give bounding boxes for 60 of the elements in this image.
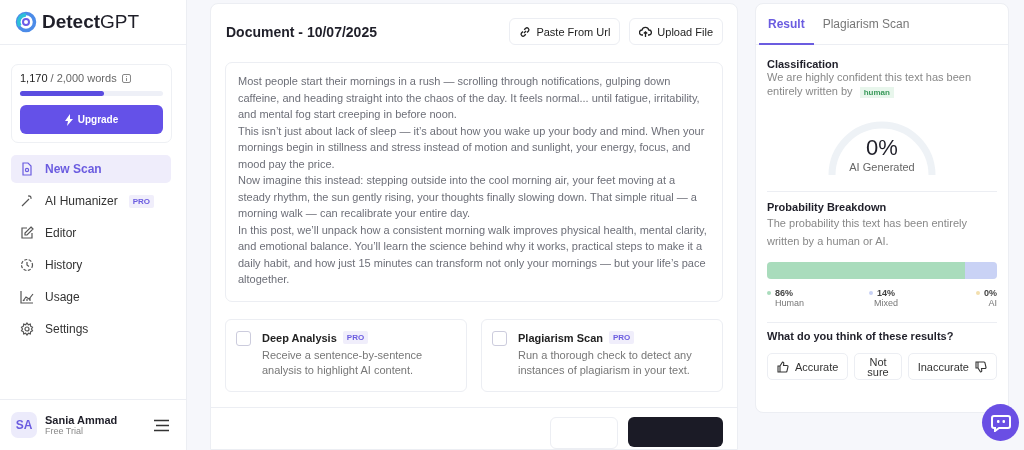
pro-badge: PRO (609, 331, 635, 344)
section-heading: Probability Breakdown (767, 201, 888, 213)
text-input[interactable]: Most people start their mornings in a rush — scrolling through notifications, gulping down caffeine, and heading straight into the chaos of the day. It feels normal... until fatigue, irritability, and mental fog start creeping in before noon. This isn’t just about lack of sleep — it’s about how you wake up your body and mind. When your mornings begin in stillness and stress instead of motion and sunlight, your energy, focus, and mood pay the price. Now imagine this instead: stepping outside into the cool morning air, your feet moving at a steady rhythm, the sun gently rising, your thoughts finally slowing down. That simple ritual — a morning walk — can recalibrate your entire day. In this post, we’ll unpack how a consistent morning walk improves physical health, mental clarity, and emotional balance. You’ll learn the science behind why it works, practical steps to make it a daily habit, and how just 15 minutes can transform not only your mornings — but your life’s pace altogether. (225, 62, 723, 302)
chat-button[interactable] (982, 404, 1019, 441)
upgrade-button[interactable]: Upgrade (20, 105, 163, 134)
legend-label: AI (988, 298, 997, 308)
option-description: Run a thorough check to detect any instances of plagiarism in your text. (518, 348, 693, 378)
option-title: Deep Analysis (262, 331, 337, 344)
document-icon (20, 162, 34, 176)
settings-icon (20, 322, 34, 336)
nav-item[interactable]: New Scan (11, 155, 171, 183)
pro-badge: PRO (128, 194, 155, 208)
feedback-button[interactable]: Inaccurate (907, 353, 997, 380)
upload-file-button[interactable]: Upload File (629, 18, 723, 45)
nav-item[interactable]: Usage (11, 283, 171, 311)
section-heading: Classification (767, 58, 840, 70)
menu-icon[interactable] (153, 418, 170, 432)
gauge-label: AI Generated (849, 161, 915, 173)
feedback-button[interactable]: Not sure (854, 353, 902, 380)
thumbs-up-icon (777, 360, 789, 373)
legend-value: 14% (877, 288, 895, 298)
magic-wand-icon (20, 194, 34, 208)
history-icon (20, 258, 34, 272)
legend-value: 0% (984, 288, 997, 298)
ai-percentage: 0% (866, 135, 898, 161)
nav-item[interactable]: Editor (11, 219, 171, 247)
document-title: Document - 10/07/2025 (226, 23, 377, 40)
chat-icon (990, 413, 1011, 432)
info-icon[interactable] (121, 73, 131, 83)
cloud-upload-icon (639, 25, 653, 38)
avatar: SA (11, 412, 37, 438)
chart-icon (20, 290, 34, 304)
brand-name: DetectGPT (42, 11, 140, 33)
nav-item[interactable]: Settings (11, 315, 171, 343)
nav-item[interactable]: AI Humanizer PRO (11, 187, 171, 215)
legend-value: 86% (775, 288, 793, 298)
tab[interactable]: Plagiarism Scan (813, 4, 919, 45)
thumbs-down-icon (975, 360, 987, 373)
option-title: Plagiarism Scan (518, 331, 603, 344)
feedback-button[interactable]: Accurate (767, 353, 849, 380)
legend-label: Mixed (874, 298, 898, 308)
legend-label: Human (775, 298, 805, 308)
lightning-icon (64, 113, 73, 126)
checkbox[interactable] (236, 331, 251, 346)
nav-item[interactable]: History (11, 251, 171, 279)
link-icon (519, 25, 532, 38)
tab[interactable]: Result (759, 4, 814, 45)
primary-button[interactable] (628, 417, 723, 447)
classification-text: We are highly confident this text has been entirely written by human (767, 70, 973, 100)
feedback-question: What do you think of these results? (767, 330, 955, 342)
user-name: Sania Ammad (45, 414, 119, 426)
logo-icon (15, 11, 37, 33)
breakdown-text: The probability this text has been entirely written by a human or AI. (767, 217, 967, 247)
option-description: Receive a sentence-by-sentence analysis to highlight AI content. (262, 348, 424, 378)
user-plan: Free Trial (45, 426, 84, 436)
checkbox[interactable] (492, 331, 507, 346)
paste-url-button[interactable]: Paste From Url (509, 18, 621, 45)
word-count: 1,170 / 2,000 words (20, 72, 117, 84)
pro-badge: PRO (342, 331, 369, 344)
edit-icon (20, 226, 34, 240)
